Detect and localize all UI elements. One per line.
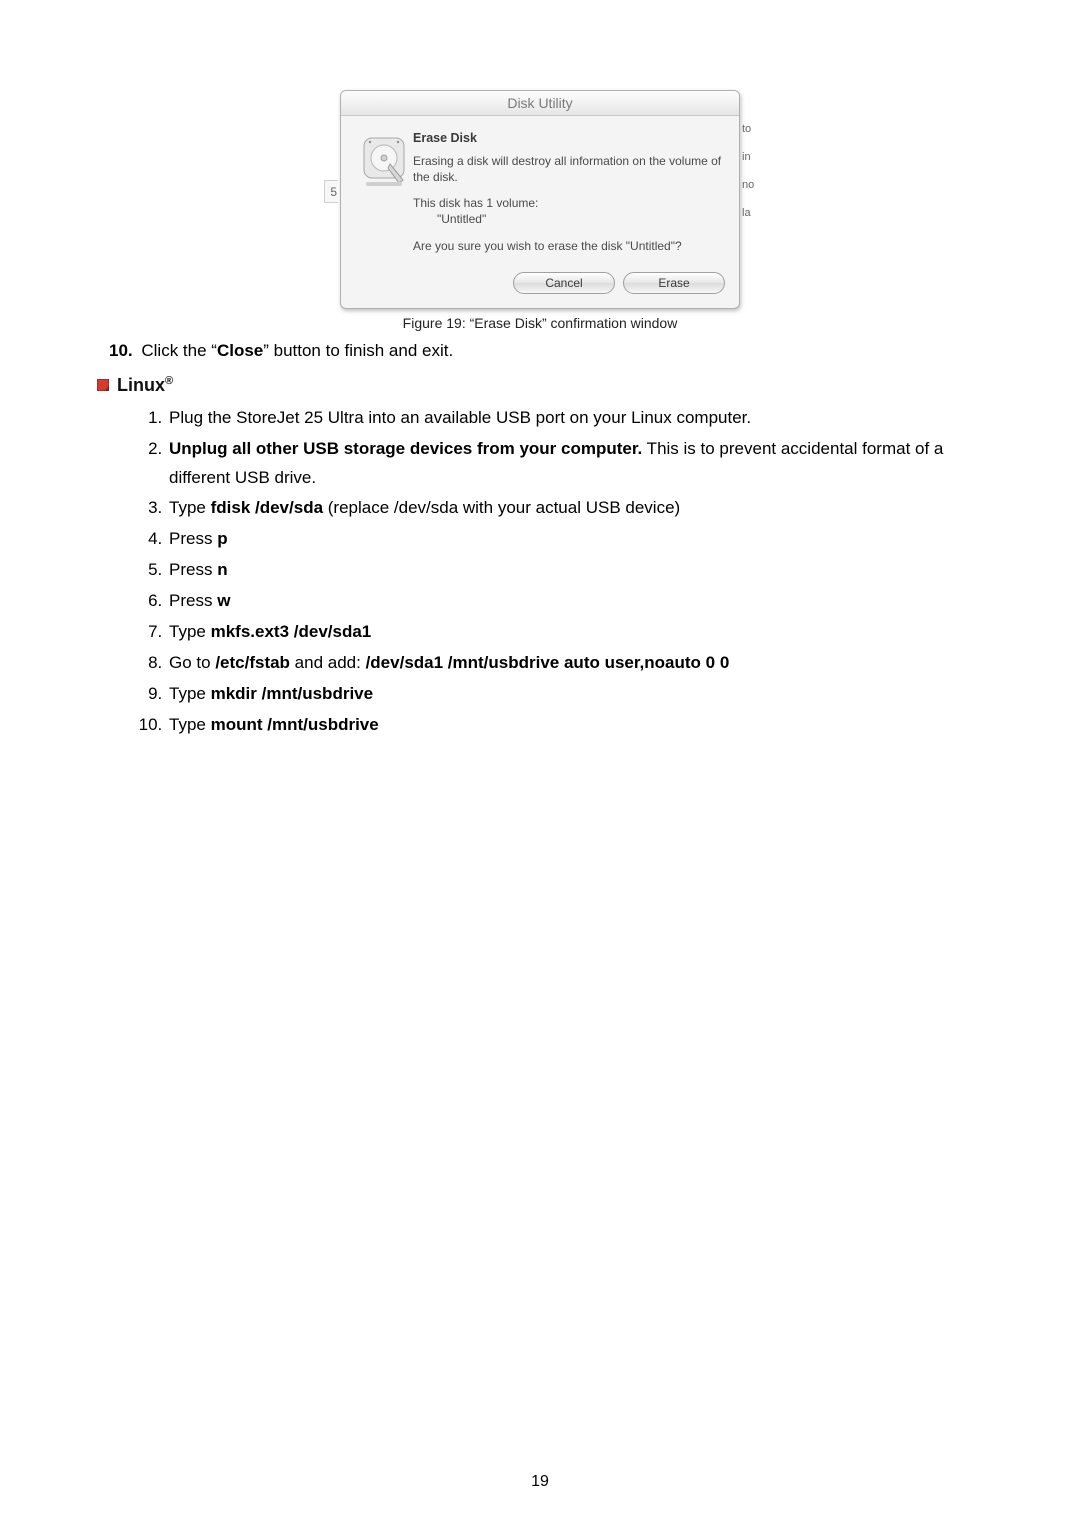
dialog-volume-intro: This disk has 1 volume: <box>413 196 538 210</box>
step-bold: mkfs.ext3 /dev/sda1 <box>211 622 372 641</box>
list-item: Type mkdir /mnt/usbdrive <box>167 680 985 709</box>
step-text: Press <box>169 560 217 579</box>
list-item: Unplug all other USB storage devices fro… <box>167 435 985 493</box>
step-text: and add: <box>290 653 366 672</box>
step-text: Type <box>169 715 211 734</box>
linux-steps-list: Plug the StoreJet 25 Ultra into an avail… <box>135 404 995 740</box>
list-item: Type fdisk /dev/sda (replace /dev/sda wi… <box>167 494 985 523</box>
step-bold: /dev/sda1 /mnt/usbdrive auto user,noauto… <box>366 653 730 672</box>
step-bold: Unplug all other USB storage devices fro… <box>169 439 642 458</box>
list-item: Press n <box>167 556 985 585</box>
step-bold: Close <box>217 341 263 360</box>
dialog-text: Erase Disk Erasing a disk will destroy a… <box>413 130 725 266</box>
list-item: Plug the StoreJet 25 Ultra into an avail… <box>167 404 985 433</box>
dialog-volume-name: "Untitled" <box>413 211 725 227</box>
step-text: Press <box>169 591 217 610</box>
step-bold: mkdir /mnt/usbdrive <box>211 684 373 703</box>
step-text: Type <box>169 498 211 517</box>
step-text: (replace /dev/sda with your actual USB d… <box>323 498 680 517</box>
dialog-screenshot-wrapper: 5 to in no la Disk Utility <box>340 90 740 309</box>
mac-step-10: 10. Click the “Close” button to finish a… <box>109 341 995 361</box>
dialog-volume-text: This disk has 1 volume: "Untitled" <box>413 195 725 227</box>
dialog-button-row: Cancel Erase <box>341 272 739 308</box>
linux-section-heading: Linux® <box>97 375 995 396</box>
list-item: Press p <box>167 525 985 554</box>
step-bold: p <box>217 529 227 548</box>
step-text: Press <box>169 529 217 548</box>
behind-window-left-fragment: 5 <box>324 180 338 203</box>
step-bold: /etc/fstab <box>215 653 290 672</box>
document-page: 5 to in no la Disk Utility <box>0 0 1080 1527</box>
figure-19: 5 to in no la Disk Utility <box>85 90 995 331</box>
erase-button[interactable]: Erase <box>623 272 725 294</box>
step-text: Go to <box>169 653 215 672</box>
page-number: 19 <box>0 1473 1080 1491</box>
dialog-confirm-question: Are you sure you wish to erase the disk … <box>413 238 725 254</box>
erase-disk-dialog: Disk Utility Er <box>340 90 740 309</box>
list-item: Press w <box>167 587 985 616</box>
step-bold: n <box>217 560 227 579</box>
dialog-warning-text: Erasing a disk will destroy all informat… <box>413 153 725 185</box>
dialog-heading: Erase Disk <box>413 130 725 147</box>
cancel-button[interactable]: Cancel <box>513 272 615 294</box>
step-bold: w <box>217 591 230 610</box>
list-item: Type mount /mnt/usbdrive <box>167 711 985 740</box>
section-title: Linux® <box>117 375 173 396</box>
bg-text-frag: no <box>742 170 754 198</box>
bg-text-frag: in <box>742 142 754 170</box>
step-bold: fdisk /dev/sda <box>211 498 323 517</box>
bg-text-frag: to <box>742 114 754 142</box>
list-item: Go to /etc/fstab and add: /dev/sda1 /mnt… <box>167 649 985 678</box>
section-title-text: Linux <box>117 375 165 395</box>
behind-window-right-fragment: to in no la <box>742 114 754 226</box>
figure-caption: Figure 19: “Erase Disk” confirmation win… <box>403 315 678 331</box>
step-text: ” button to finish and exit. <box>263 341 453 360</box>
step-bold: mount /mnt/usbdrive <box>211 715 379 734</box>
step-number: 10. <box>109 341 133 360</box>
bg-text-frag: la <box>742 198 754 226</box>
disk-icon <box>355 130 413 266</box>
list-item: Type mkfs.ext3 /dev/sda1 <box>167 618 985 647</box>
step-text: Type <box>169 684 211 703</box>
registered-symbol: ® <box>165 375 173 387</box>
step-text: Click the “ <box>137 341 217 360</box>
step-text: Type <box>169 622 211 641</box>
dialog-body: Erase Disk Erasing a disk will destroy a… <box>341 116 739 272</box>
dialog-title: Disk Utility <box>341 91 739 116</box>
step-text: Plug the StoreJet 25 Ultra into an avail… <box>169 408 751 427</box>
section-bullet-icon <box>97 379 109 391</box>
